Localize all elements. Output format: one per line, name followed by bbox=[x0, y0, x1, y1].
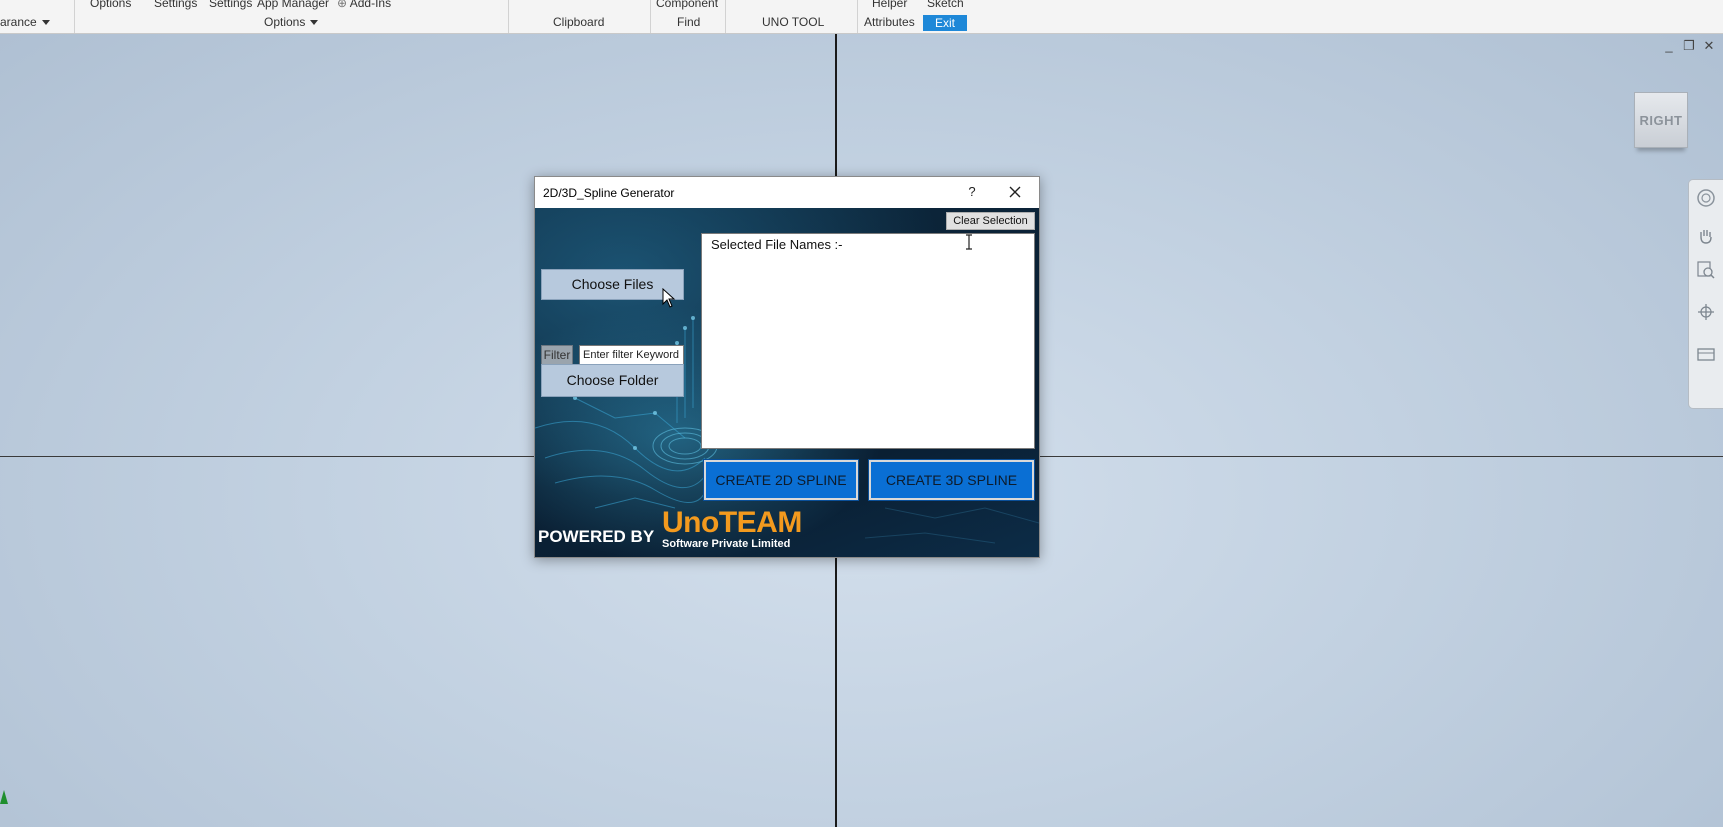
logo-main-text: UnoTEAM bbox=[662, 506, 802, 539]
view-face-icon[interactable] bbox=[1696, 344, 1716, 364]
orbit-icon[interactable] bbox=[1696, 302, 1716, 322]
ribbon-helper-item[interactable]: Helper bbox=[872, 0, 907, 10]
navigation-bar bbox=[1688, 179, 1723, 409]
ribbon-appearance-group[interactable]: arance bbox=[0, 15, 50, 29]
close-icon[interactable]: ✕ bbox=[1699, 38, 1719, 54]
chevron-down-icon bbox=[310, 20, 319, 26]
create-2d-spline-button[interactable]: CREATE 2D SPLINE bbox=[703, 459, 859, 501]
pan-hand-icon[interactable] bbox=[1696, 226, 1716, 246]
dialog-titlebar[interactable]: 2D/3D_Spline Generator ? bbox=[535, 177, 1039, 208]
create-3d-spline-button[interactable]: CREATE 3D SPLINE bbox=[868, 459, 1035, 501]
dialog-body: Clear Selection Choose Files Filter Choo… bbox=[535, 208, 1039, 557]
chevron-down-icon bbox=[41, 20, 50, 26]
ribbon-settings-item-2[interactable]: Settings bbox=[209, 0, 252, 10]
ribbon-divider bbox=[650, 0, 651, 33]
ribbon-find-group: Find bbox=[677, 15, 701, 29]
ribbon-add-ins-item[interactable]: ⊕ Add-Ins bbox=[337, 0, 391, 10]
zoom-icon[interactable] bbox=[1696, 260, 1716, 280]
ribbon-divider bbox=[725, 0, 726, 33]
ribbon-component-item[interactable]: Component bbox=[656, 0, 718, 10]
filter-label: Filter bbox=[541, 345, 573, 365]
ribbon-divider bbox=[74, 0, 75, 33]
logo-sub-text: Software Private Limited bbox=[662, 538, 791, 550]
add-ins-icon: ⊕ bbox=[337, 0, 350, 10]
clear-selection-button[interactable]: Clear Selection bbox=[946, 212, 1035, 230]
viewport-window-controls: _ ❐ ✕ bbox=[1659, 38, 1719, 54]
text-cursor-icon bbox=[966, 234, 972, 250]
coordinate-triad-icon bbox=[0, 790, 8, 804]
ribbon-options-group[interactable]: Options bbox=[264, 15, 319, 29]
ribbon-attributes-group: Attributes bbox=[864, 15, 915, 29]
selected-files-list[interactable]: Selected File Names :- bbox=[701, 233, 1035, 449]
exit-button[interactable]: Exit bbox=[923, 15, 968, 31]
ribbon-appearance-label: arance bbox=[0, 15, 37, 29]
unoteam-logo: UnoTEAM Software Private Limited bbox=[662, 506, 802, 551]
ribbon-options-item[interactable]: Options bbox=[90, 0, 131, 10]
ribbon-uno-tool-group: UNO TOOL bbox=[762, 15, 825, 29]
ribbon-app-manager-item[interactable]: App Manager bbox=[257, 0, 329, 10]
ribbon-settings-item[interactable]: Settings bbox=[154, 0, 197, 10]
selected-files-label: Selected File Names :- bbox=[711, 237, 843, 252]
filter-input[interactable] bbox=[579, 345, 684, 365]
mouse-pointer-icon bbox=[662, 288, 676, 308]
viewcube[interactable]: RIGHT bbox=[1634, 92, 1688, 148]
ribbon-divider bbox=[857, 0, 858, 33]
ribbon: Options Settings Settings App Manager ⊕ … bbox=[0, 0, 1723, 34]
minimize-icon[interactable]: _ bbox=[1659, 38, 1679, 53]
ribbon-divider bbox=[508, 0, 509, 33]
ribbon-clipboard-group: Clipboard bbox=[553, 15, 605, 29]
help-button[interactable]: ? bbox=[963, 183, 981, 201]
ribbon-add-ins-label: Add-Ins bbox=[349, 0, 392, 10]
viewcube-face-label: RIGHT bbox=[1639, 112, 1683, 128]
choose-folder-button[interactable]: Choose Folder bbox=[541, 364, 684, 397]
dialog-title: 2D/3D_Spline Generator bbox=[543, 186, 675, 200]
restore-icon[interactable]: ❐ bbox=[1679, 38, 1699, 54]
ribbon-options-label: Options bbox=[264, 15, 306, 29]
steering-wheel-icon[interactable] bbox=[1696, 188, 1716, 208]
ribbon-sketch-item[interactable]: Sketch bbox=[927, 0, 964, 10]
powered-by-label: POWERED BY bbox=[538, 527, 655, 546]
close-icon[interactable] bbox=[1005, 182, 1025, 202]
